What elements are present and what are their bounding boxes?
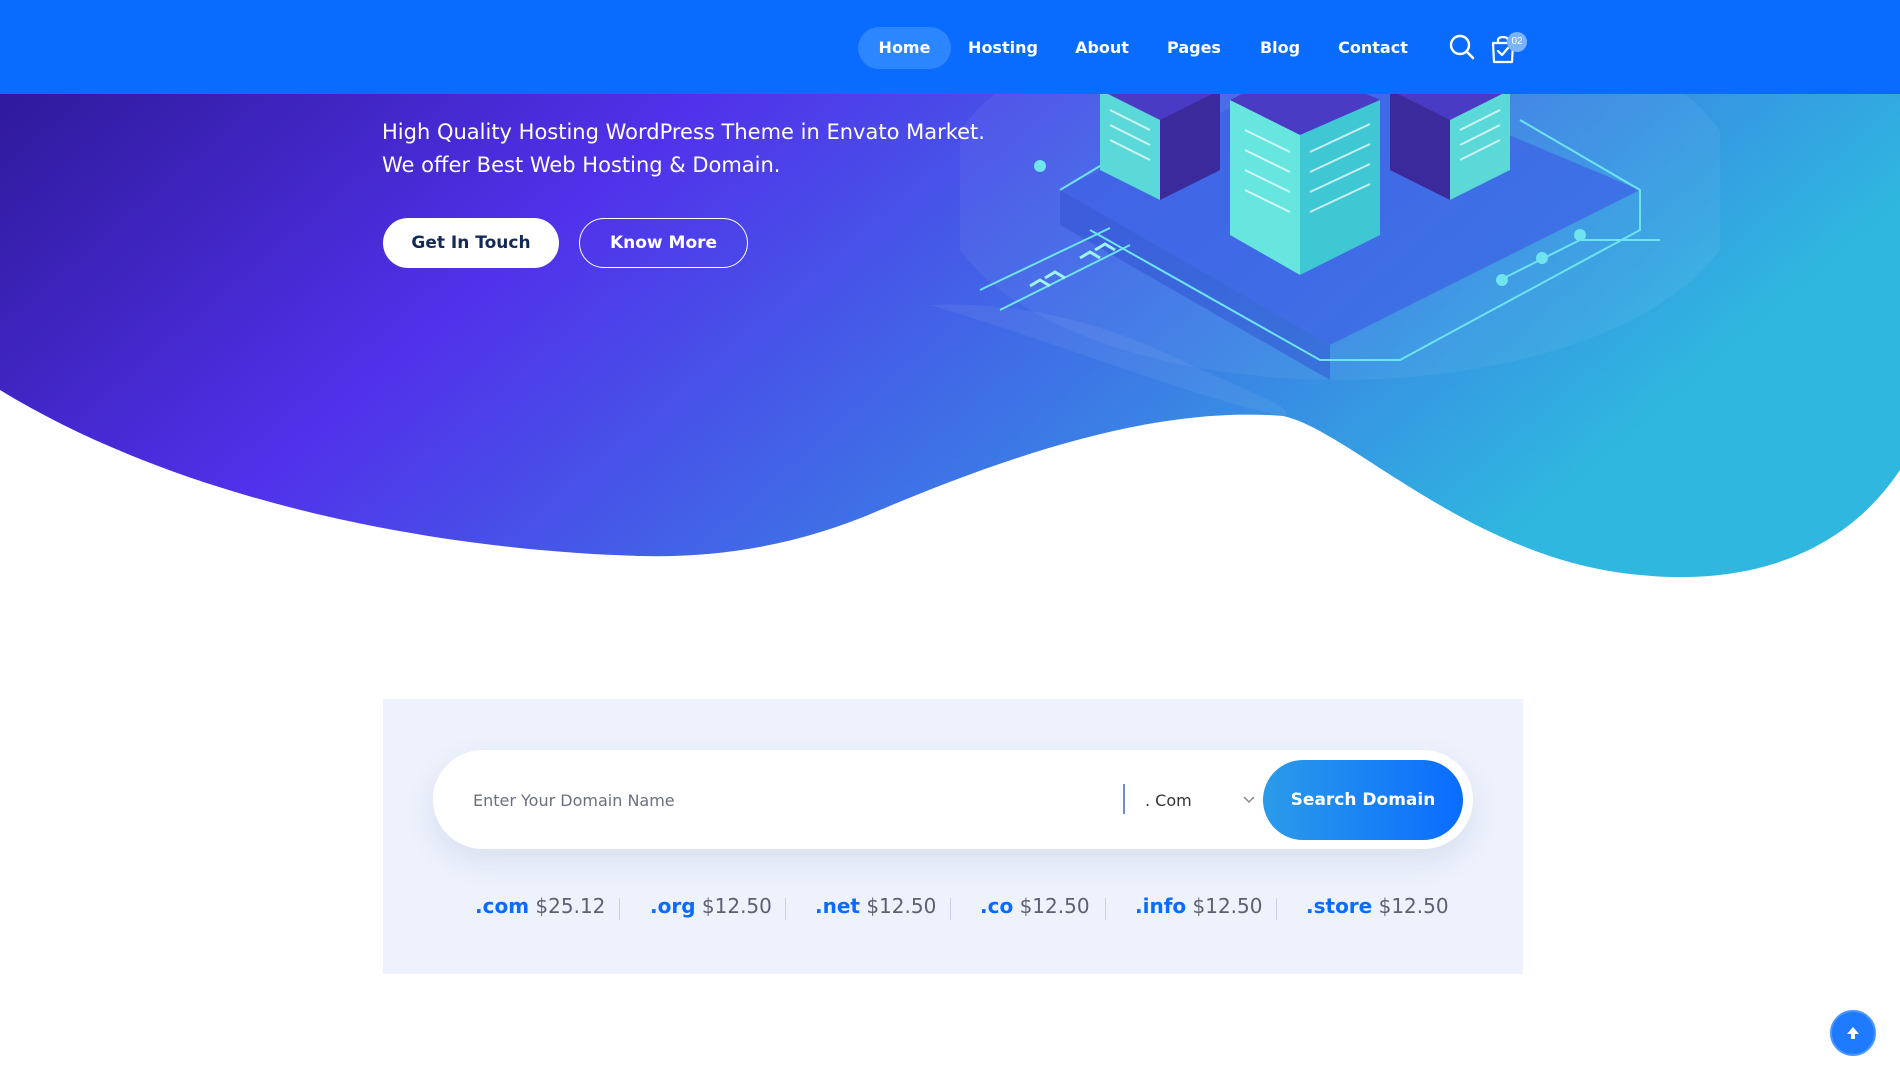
- domain-price-list: .com $25.12 .org $12.50 .net $12.50 .co …: [383, 894, 1523, 924]
- price-amount: $12.50: [1019, 894, 1090, 918]
- search-domain-button[interactable]: Search Domain: [1263, 760, 1463, 840]
- price-separator: [785, 898, 786, 920]
- price-item-com[interactable]: .com $25.12: [475, 894, 605, 918]
- nav-item-about[interactable]: About: [1070, 27, 1134, 69]
- price-separator: [619, 898, 620, 920]
- extension-select[interactable]: . Com: [1145, 780, 1255, 820]
- server-illustration: [960, 80, 1720, 380]
- price-amount: $25.12: [535, 894, 606, 918]
- extension-select-value: . Com: [1145, 790, 1192, 810]
- price-separator: [950, 898, 951, 920]
- price-ext: .com: [475, 894, 530, 918]
- domain-search-panel: . Com Search Domain .com $25.12 .org $12…: [383, 699, 1523, 974]
- domain-search-bar: . Com Search Domain: [433, 750, 1473, 849]
- nav-item-contact[interactable]: Contact: [1338, 27, 1408, 69]
- price-ext: .store: [1306, 894, 1373, 918]
- hero-tagline-line2: We offer Best Web Hosting & Domain.: [382, 153, 781, 177]
- chevron-down-icon: [1243, 796, 1255, 804]
- top-navbar: Home Hosting About Pages Blog Contact 02: [0, 0, 1900, 94]
- price-ext: .co: [980, 894, 1014, 918]
- price-amount: $12.50: [1192, 894, 1263, 918]
- price-ext: .org: [650, 894, 696, 918]
- price-amount: $12.50: [1378, 894, 1449, 918]
- nav-item-blog[interactable]: Blog: [1256, 27, 1304, 69]
- price-item-co[interactable]: .co $12.50: [980, 894, 1090, 918]
- price-separator: [1105, 898, 1106, 920]
- get-in-touch-button[interactable]: Get In Touch: [383, 218, 559, 268]
- arrow-up-icon: [1847, 1027, 1859, 1039]
- know-more-button[interactable]: Know More: [579, 218, 748, 268]
- hero-tagline-line1: High Quality Hosting WordPress Theme in …: [382, 120, 985, 144]
- search-icon[interactable]: [1448, 33, 1476, 61]
- cart-count-badge: 02: [1507, 32, 1527, 52]
- nav-item-home[interactable]: Home: [858, 27, 951, 69]
- price-separator: [1276, 898, 1277, 920]
- price-item-net[interactable]: .net $12.50: [815, 894, 936, 918]
- price-ext: .info: [1135, 894, 1187, 918]
- price-item-org[interactable]: .org $12.50: [650, 894, 772, 918]
- price-amount: $12.50: [701, 894, 772, 918]
- search-divider: [1123, 784, 1125, 814]
- nav-item-pages[interactable]: Pages: [1164, 27, 1224, 69]
- scroll-to-top-button[interactable]: [1830, 1010, 1876, 1056]
- domain-name-input[interactable]: [473, 780, 1093, 820]
- price-item-info[interactable]: .info $12.50: [1135, 894, 1262, 918]
- nav-item-hosting[interactable]: Hosting: [964, 27, 1042, 69]
- price-ext: .net: [815, 894, 860, 918]
- price-amount: $12.50: [866, 894, 937, 918]
- price-item-store[interactable]: .store $12.50: [1306, 894, 1449, 918]
- hero-tagline: High Quality Hosting WordPress Theme in …: [382, 116, 985, 182]
